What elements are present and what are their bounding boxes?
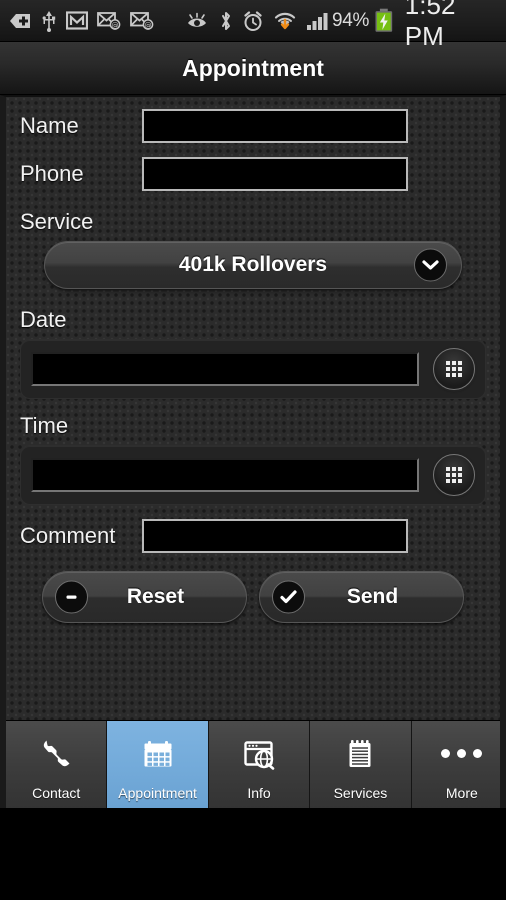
reset-button[interactable]: Reset [42, 571, 247, 623]
bluetooth-icon [222, 11, 230, 30]
minus-circle-icon [55, 580, 88, 614]
grid-picker-icon [446, 361, 462, 377]
comment-label: Comment [20, 523, 116, 548]
name-input[interactable] [142, 109, 408, 143]
email-at-2-icon: @ [130, 12, 154, 30]
usb-icon [42, 10, 56, 32]
field-row-phone: Phone [20, 157, 486, 191]
battery-charging-icon [375, 8, 393, 32]
email-at-icon: @ [97, 12, 121, 30]
tab-appointment[interactable]: Appointment [107, 721, 209, 808]
comment-input[interactable] [142, 519, 408, 553]
grid-picker-icon [446, 467, 462, 483]
time-picker-wrapper [20, 445, 486, 505]
phone-label: Phone [20, 161, 84, 186]
status-bar: @ @ 94% 1:52 PM [0, 0, 506, 51]
gmail-icon [66, 11, 88, 30]
chevron-down-icon[interactable] [414, 248, 447, 282]
grid-picker-icon-time[interactable] [433, 454, 475, 496]
time-input[interactable] [31, 458, 419, 492]
calendar-icon [107, 721, 207, 786]
tab-more-label: More [445, 785, 478, 801]
status-bar-notification-icons: @ @ [8, 10, 332, 32]
tab-services-label: Services [333, 785, 388, 801]
action-button-row: Reset Send [20, 571, 486, 623]
field-row-name: Name [20, 109, 486, 143]
tab-more[interactable]: More [411, 721, 500, 808]
page-title: Appointment [182, 54, 324, 81]
check-circle-icon [272, 580, 305, 614]
tab-contact[interactable]: Contact [6, 721, 108, 808]
field-group-service: Service 401k Rollovers [20, 209, 486, 289]
grid-picker-icon-date[interactable] [433, 348, 475, 390]
battery-percent-label: 94% [332, 9, 370, 31]
alarm-clock-icon [244, 10, 262, 31]
clock-label: 1:52 PM [404, 0, 456, 51]
phone-icon [6, 721, 106, 786]
svg-text:@: @ [145, 21, 152, 29]
date-input[interactable] [31, 352, 419, 386]
tab-info[interactable]: Info [208, 721, 311, 808]
svg-text:@: @ [112, 21, 119, 29]
signal-bars-icon [307, 13, 328, 30]
tab-services[interactable]: Services [310, 721, 412, 808]
smart-stay-eye-icon [188, 12, 206, 27]
service-selected-value: 401k Rollovers [178, 253, 328, 276]
reset-button-label: Reset [126, 585, 185, 608]
send-button-label: Send [346, 585, 399, 608]
wifi-download-icon [274, 12, 296, 30]
service-dropdown[interactable]: 401k Rollovers [44, 241, 462, 289]
date-label: Date [20, 307, 67, 332]
tab-info-label: Info [247, 785, 271, 801]
ellipsis-icon [412, 721, 500, 786]
tab-appointment-label: Appointment [118, 785, 197, 801]
tab-contact-label: Contact [32, 785, 81, 801]
field-group-time: Time [20, 413, 486, 505]
date-picker-wrapper [20, 339, 486, 399]
field-group-date: Date [20, 307, 486, 399]
service-label: Service [20, 209, 94, 234]
notepad-icon [310, 721, 410, 786]
bottom-tab-bar: Contact Appointment Info Services More [6, 720, 500, 808]
appointment-form: Name Phone Service 401k Rollovers Date T… [0, 95, 506, 808]
phone-input[interactable] [142, 157, 408, 191]
field-row-comment: Comment [20, 519, 486, 553]
time-label: Time [20, 413, 69, 438]
status-bar-system-info: 94% 1:52 PM [332, 0, 500, 52]
back-plus-icon [10, 13, 30, 28]
name-label: Name [20, 113, 79, 138]
send-button[interactable]: Send [259, 571, 464, 623]
browser-globe-icon [209, 721, 309, 786]
